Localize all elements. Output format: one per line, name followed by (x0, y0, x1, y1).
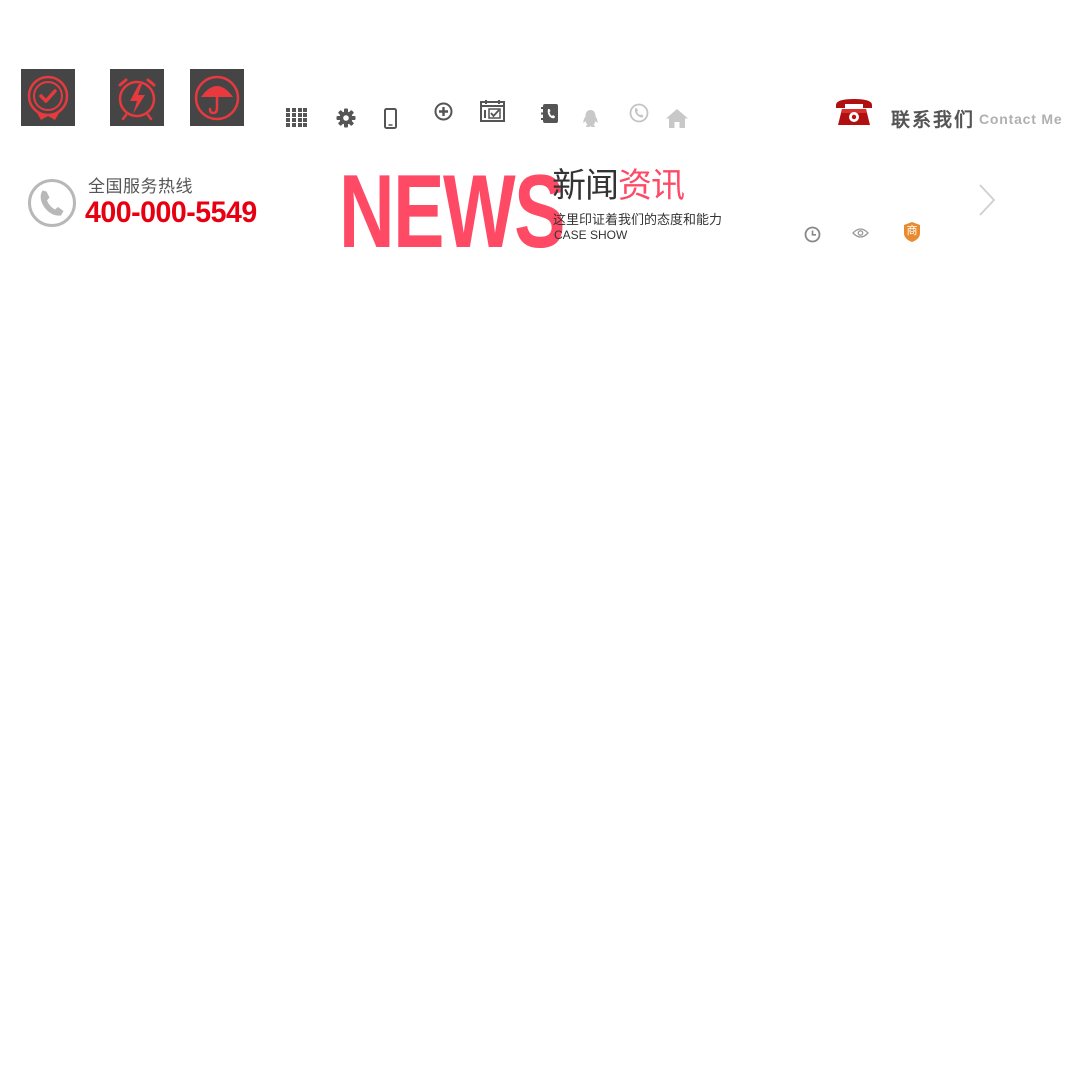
news-english: CASE SHOW (554, 228, 628, 242)
gear-icon[interactable] (335, 107, 357, 129)
red-telephone-icon[interactable] (834, 95, 874, 129)
hotline-label: 全国服务热线 (88, 177, 193, 197)
grid-icon[interactable] (285, 107, 307, 129)
phone-circle-icon (27, 178, 77, 228)
news-title-dark: 新闻 (552, 166, 619, 206)
qq-penguin-icon[interactable] (579, 107, 601, 129)
alarm-clock-lightning-icon (110, 69, 164, 126)
news-big-word: NEWS (339, 154, 565, 270)
shop-badge-icon: 商 (903, 222, 921, 242)
mobile-phone-icon[interactable] (381, 107, 399, 129)
address-book-icon[interactable] (539, 102, 559, 124)
umbrella-icon (190, 69, 244, 126)
clock-icon (803, 225, 821, 243)
phone-circle-icon[interactable] (628, 102, 650, 124)
contact-title-cn[interactable]: 联系我们 (891, 105, 975, 132)
news-title: 新闻资讯 (552, 166, 685, 206)
news-subtitle: 这里印证着我们的态度和能力 (553, 213, 723, 228)
news-title-red: 资讯 (618, 166, 685, 206)
eye-icon (850, 225, 870, 241)
quality-badge-icon (21, 69, 75, 126)
chevron-right-icon[interactable] (976, 182, 998, 218)
plus-circle-icon[interactable] (432, 100, 454, 122)
shop-badge-label: 商 (906, 224, 918, 237)
contact-title-en[interactable]: Contact Me (979, 111, 1062, 127)
calendar-check-icon[interactable] (479, 99, 505, 123)
hotline-number[interactable]: 400-000-5549 (85, 196, 257, 230)
home-icon[interactable] (665, 107, 689, 129)
